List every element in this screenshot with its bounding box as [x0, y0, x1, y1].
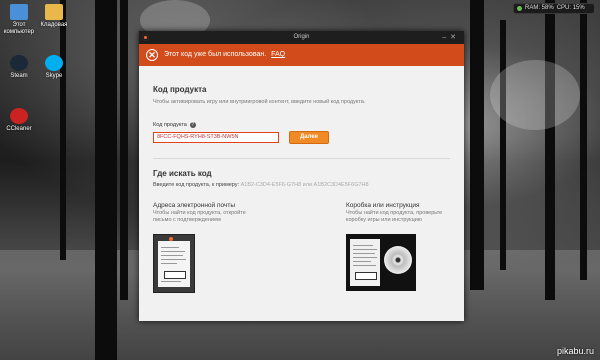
- example-line: Введите код продукта, к примеру: A1B2-C3…: [153, 182, 450, 188]
- next-button[interactable]: Далее: [289, 131, 329, 144]
- tree-trunk: [120, 0, 128, 300]
- desktop-icon-computer[interactable]: Этот компьютер: [2, 4, 36, 36]
- window-controls: –✕: [442, 31, 460, 44]
- desktop-icon-folder[interactable]: Кладовая: [37, 4, 71, 29]
- watermark: pikabu.ru: [556, 346, 594, 356]
- where-heading: Где искать код: [153, 169, 212, 178]
- email-title: Адреса электронной почты: [153, 202, 235, 209]
- error-message: Этот код уже был использован.: [164, 51, 267, 58]
- desktop-icon-label: Этот компьютер: [3, 22, 35, 35]
- ccleaner-icon: [10, 108, 28, 124]
- tree-trunk: [470, 0, 484, 290]
- tree-trunk: [580, 0, 587, 280]
- help-icon[interactable]: ?: [189, 122, 196, 128]
- desktop-icon-label: Skype: [45, 73, 63, 79]
- desktop-icon-label: Steam: [10, 73, 28, 79]
- box-title: Коробка или инструкция: [346, 202, 420, 209]
- tree-trunk: [545, 0, 555, 300]
- steam-icon: [10, 55, 28, 71]
- box-desc: Чтобы найти код продукта, проверьте коро…: [346, 210, 443, 223]
- product-code-input[interactable]: 8FCC-FQHS-RYH8-ST3B-NW5N: [153, 132, 279, 143]
- system-monitor-widget[interactable]: RAM: 58% CPU: 15%: [513, 3, 595, 14]
- foliage: [490, 60, 580, 130]
- example-prefix: Введите код продукта, к примеру:: [153, 182, 240, 188]
- minimize-icon[interactable]: –: [442, 34, 450, 41]
- tree-trunk: [95, 0, 117, 360]
- code-tag-icon: [355, 272, 377, 280]
- origin-logo-icon: [142, 34, 149, 41]
- email-paper: [158, 241, 190, 287]
- code-field-label-row: Код продукта ?: [153, 122, 450, 128]
- email-desc: Чтобы найти код продукта, откройте письм…: [153, 210, 246, 223]
- tree-trunk: [60, 0, 66, 260]
- desktop-icon-skype[interactable]: Skype: [37, 55, 71, 80]
- code-locations: Адреса электронной почты Чтобы найти код…: [153, 202, 450, 293]
- desktop-icon-ccleaner[interactable]: CCleaner: [2, 108, 36, 133]
- window-titlebar[interactable]: Origin –✕: [139, 31, 464, 44]
- box-manual: [350, 239, 380, 286]
- cpu-usage: CPU: 15%: [556, 5, 585, 11]
- code-heading: Код продукта: [153, 85, 207, 94]
- folder-icon: [45, 4, 63, 20]
- desktop-icon-label: CCleaner: [6, 126, 32, 132]
- origin-window: Origin –✕ ✕ Этот код уже был использован…: [139, 31, 464, 321]
- code-field-label: Код продукта: [153, 122, 187, 128]
- close-icon[interactable]: ✕: [450, 34, 460, 41]
- code-input-row: 8FCC-FQHS-RYH8-ST3B-NW5N Далее: [153, 131, 450, 144]
- ram-usage: RAM: 58%: [525, 5, 554, 11]
- error-x-icon: ✕: [146, 49, 158, 61]
- email-location: Адреса электронной почты Чтобы найти код…: [153, 202, 253, 293]
- section-divider: [153, 158, 450, 159]
- email-illustration: [153, 234, 195, 293]
- status-dot-icon: [517, 6, 522, 11]
- computer-icon: [10, 4, 28, 20]
- window-title: Origin: [293, 34, 310, 40]
- tree-trunk: [500, 20, 506, 270]
- disc-icon: [384, 246, 412, 274]
- game-box-illustration: [346, 234, 416, 291]
- error-banner: ✕ Этот код уже был использован. FAQ: [139, 44, 464, 66]
- code-subtitle: Чтобы активировать игру или внутриигрово…: [153, 99, 366, 105]
- redeem-content: Код продукта Чтобы активировать игру или…: [139, 66, 464, 293]
- code-tag-icon: [164, 271, 186, 279]
- faq-link[interactable]: FAQ: [271, 51, 285, 58]
- desktop-icon-steam[interactable]: Steam: [2, 55, 36, 80]
- skype-icon: [45, 55, 63, 71]
- example-codes: A1B2-C3D4-E5F6-G7H8 или A1B2C3D4E5F6G7H8: [240, 182, 369, 188]
- desktop-icon-label: Кладовая: [40, 22, 68, 28]
- box-location: Коробка или инструкция Чтобы найти код п…: [346, 202, 444, 293]
